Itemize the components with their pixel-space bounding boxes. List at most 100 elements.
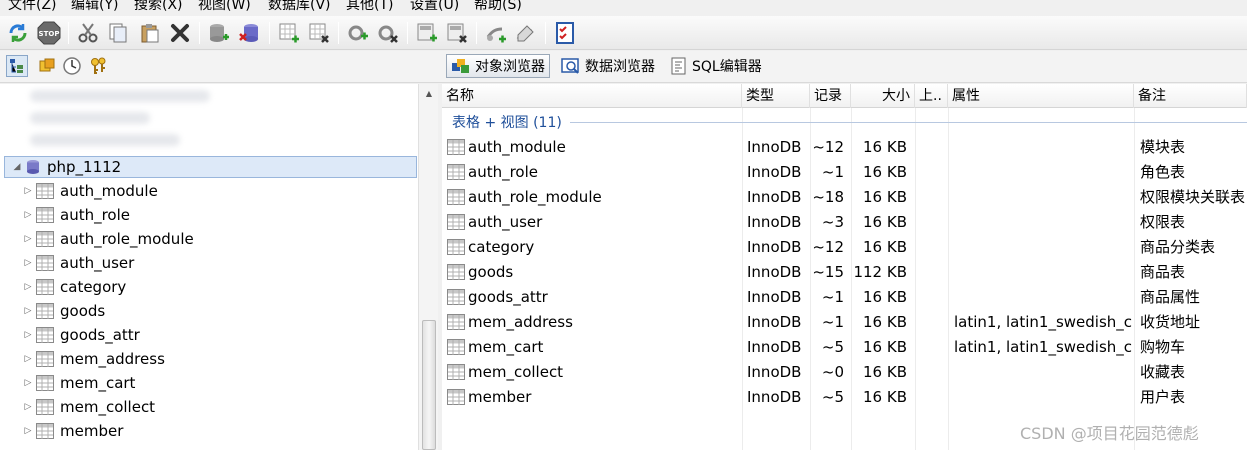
tree-item-table[interactable]: ▷ goods (22, 299, 106, 323)
table-row[interactable]: auth_user InnoDB ~3 16 KB 权限表 (442, 210, 1247, 235)
expand-icon[interactable]: ▷ (22, 210, 34, 220)
tree-item-table[interactable]: ▷ auth_user (22, 251, 135, 275)
drop-database-icon[interactable] (238, 21, 262, 45)
cell-type: InnoDB (747, 188, 802, 206)
table-row[interactable]: mem_collect InnoDB ~0 16 KB 收藏表 (442, 360, 1247, 385)
object-tree[interactable]: ◢ php_1112 ▷ auth_module ▷ auth_role ▷ auth_r… (0, 84, 418, 450)
table-row[interactable]: goods InnoDB ~15 112 KB 商品表 (442, 260, 1247, 285)
column-header-comment[interactable]: 备注 (1134, 84, 1247, 108)
link-icon[interactable] (484, 21, 508, 45)
expand-icon[interactable]: ▷ (22, 258, 34, 268)
expand-icon[interactable]: ▷ (22, 282, 34, 292)
menu-other[interactable]: 其他(T) (346, 0, 393, 15)
cell-attributes (954, 210, 1132, 235)
group-header[interactable]: 表格 + 视图 (11) (452, 110, 562, 134)
cell-records: ~1 (821, 313, 844, 331)
table-row[interactable]: auth_role_module InnoDB ~18 16 KB 权限模块关联表 (442, 185, 1247, 210)
expand-icon[interactable]: ▷ (22, 330, 34, 340)
menu-file[interactable]: 文件(Z) (8, 0, 57, 15)
cell-size: 16 KB (863, 163, 907, 181)
table-row[interactable]: auth_module InnoDB ~12 16 KB 模块表 (442, 135, 1247, 160)
table-tool-icon[interactable] (36, 55, 58, 77)
tree-item-table[interactable]: ▷ auth_module (22, 179, 158, 203)
tree-item-table[interactable]: ▷ goods_attr (22, 323, 140, 347)
table-icon (36, 231, 54, 247)
delete-icon[interactable] (168, 21, 192, 45)
add-view-icon[interactable] (415, 21, 439, 45)
tree-item-table[interactable]: ▷ mem_cart (22, 371, 136, 395)
table-row[interactable]: mem_cart InnoDB ~5 16 KB latin1, latin1_swed… (442, 335, 1247, 360)
cell-size: 16 KB (863, 138, 907, 156)
tab-sql-editor[interactable]: SQL编辑器 (666, 54, 766, 78)
scroll-up-arrow[interactable]: ▲ (419, 86, 439, 102)
add-table-icon[interactable] (277, 21, 301, 45)
cell-records: ~5 (821, 388, 844, 406)
tree-item-table[interactable]: ▷ mem_collect (22, 395, 156, 419)
menu-search[interactable]: 搜索(X) (134, 0, 183, 15)
drop-table-icon[interactable] (307, 21, 331, 45)
table-icon (36, 423, 54, 439)
cell-name: mem_collect (468, 363, 564, 381)
expand-icon[interactable]: ▷ (22, 186, 34, 196)
clock-icon[interactable] (61, 55, 83, 77)
tab-object-browser[interactable]: 对象浏览器 (446, 54, 550, 78)
stop-icon[interactable]: STOP (37, 21, 61, 45)
object-browser-icon (452, 59, 469, 73)
menu-edit[interactable]: 编辑(Y) (71, 0, 118, 15)
table-row[interactable]: auth_role InnoDB ~1 16 KB 角色表 (442, 160, 1247, 185)
menu-database[interactable]: 数据库(V) (268, 0, 331, 15)
tree-view-icon[interactable] (6, 55, 28, 77)
menu-settings[interactable]: 设置(U) (410, 0, 459, 15)
expand-icon[interactable]: ▷ (22, 426, 34, 436)
drop-view-icon[interactable] (445, 21, 469, 45)
copy-icon[interactable] (106, 21, 130, 45)
expand-icon[interactable]: ▷ (22, 306, 34, 316)
table-row[interactable]: goods_attr InnoDB ~1 16 KB 商品属性 (442, 285, 1247, 310)
scroll-thumb[interactable] (422, 320, 436, 450)
data-browser-icon (561, 58, 579, 74)
table-row[interactable]: member InnoDB ~5 16 KB 用户表 (442, 385, 1247, 410)
cell-size: 112 KB (853, 263, 907, 281)
keys-icon[interactable] (88, 55, 110, 77)
tree-item-label: goods (60, 302, 106, 320)
table-icon (36, 375, 54, 391)
column-header-updated[interactable]: 上.. (915, 84, 948, 108)
tab-sql-editor-label: SQL编辑器 (692, 59, 762, 75)
column-header-records[interactable]: 记录 (810, 84, 851, 108)
add-database-icon[interactable] (207, 21, 231, 45)
cut-icon[interactable] (76, 21, 100, 45)
checklist-icon[interactable] (553, 21, 577, 45)
tab-data-browser[interactable]: 数据浏览器 (557, 54, 659, 78)
column-header-type[interactable]: 类型 (742, 84, 810, 108)
tree-item-table[interactable]: ▷ member (22, 419, 124, 443)
disconnect-icon[interactable] (376, 21, 400, 45)
collapse-icon[interactable]: ◢ (11, 162, 23, 172)
refresh-icon[interactable] (6, 21, 30, 45)
edit-link-icon[interactable] (514, 21, 538, 45)
column-header-size[interactable]: 大小 (851, 84, 915, 108)
table-row[interactable]: category InnoDB ~12 16 KB 商品分类表 (442, 235, 1247, 260)
expand-icon[interactable]: ▷ (22, 354, 34, 364)
grid-header: 名称 类型 记录 大小 上.. 属性 备注 (442, 84, 1247, 108)
tree-item-table[interactable]: ▷ auth_role (22, 203, 130, 227)
cell-attributes (954, 185, 1132, 210)
cell-type: InnoDB (747, 238, 802, 256)
tab-data-browser-label: 数据浏览器 (585, 59, 655, 75)
cell-size: 16 KB (863, 188, 907, 206)
tree-item-table[interactable]: ▷ category (22, 275, 127, 299)
tree-item-table[interactable]: ▷ auth_role_module (22, 227, 194, 251)
tree-item-database[interactable]: ◢ php_1112 (4, 156, 417, 178)
paste-icon[interactable] (138, 21, 162, 45)
expand-icon[interactable]: ▷ (22, 378, 34, 388)
cell-comment: 用户表 (1140, 388, 1186, 406)
expand-icon[interactable]: ▷ (22, 234, 34, 244)
tree-scrollbar[interactable]: ▲ (418, 84, 438, 450)
menu-view[interactable]: 视图(W) (198, 0, 251, 15)
tree-item-table[interactable]: ▷ mem_address (22, 347, 165, 371)
column-header-name[interactable]: 名称 (442, 84, 742, 108)
expand-icon[interactable]: ▷ (22, 402, 34, 412)
table-row[interactable]: mem_address InnoDB ~1 16 KB latin1, latin1_s… (442, 310, 1247, 335)
column-header-attributes[interactable]: 属性 (948, 84, 1134, 108)
menu-help[interactable]: 帮助(S) (474, 0, 522, 15)
connect-icon[interactable] (346, 21, 370, 45)
